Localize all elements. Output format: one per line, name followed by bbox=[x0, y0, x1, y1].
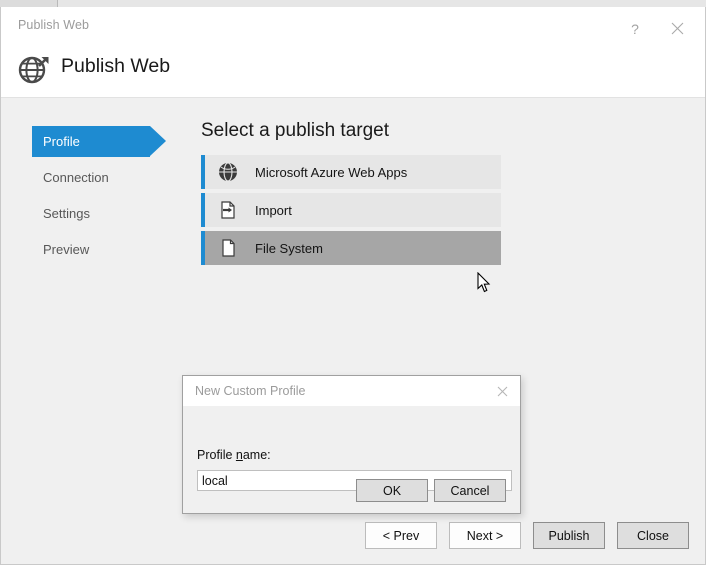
modal-title-bar: New Custom Profile bbox=[183, 376, 520, 406]
publish-web-dialog: Publish Web ? Publish Web Profile Connec… bbox=[0, 7, 706, 565]
title-bar: Publish Web ? bbox=[1, 7, 705, 44]
close-icon bbox=[671, 22, 683, 35]
sidebar-item-label: Settings bbox=[43, 206, 90, 221]
sidebar-item-label: Connection bbox=[43, 170, 109, 185]
help-icon-label: ? bbox=[631, 20, 639, 37]
modal-close-button[interactable] bbox=[491, 380, 513, 402]
main-heading: Select a publish target bbox=[201, 120, 390, 141]
profile-name-label-accel: n bbox=[235, 448, 243, 462]
main-panel: Select a publish target Microsoft Azure … bbox=[201, 120, 501, 269]
footer-button-bar: < Prev Next > Publish Close bbox=[365, 522, 689, 549]
sidebar-item-connection[interactable]: Connection bbox=[32, 162, 168, 193]
sidebar-item-preview[interactable]: Preview bbox=[32, 234, 168, 265]
sidebar-item-settings[interactable]: Settings bbox=[32, 198, 168, 229]
ok-button[interactable]: OK bbox=[356, 479, 428, 502]
dialog-header: Publish Web bbox=[1, 44, 705, 98]
window-close-button[interactable] bbox=[660, 13, 694, 44]
profile-name-label-prefix: Profile bbox=[197, 448, 236, 462]
sidebar-item-label: Preview bbox=[43, 242, 90, 257]
publish-target-label: File System bbox=[255, 240, 323, 256]
sidebar-item-label: Profile bbox=[43, 134, 80, 149]
cancel-button[interactable]: Cancel bbox=[434, 479, 506, 502]
modal-button-bar: OK Cancel bbox=[356, 479, 506, 502]
publish-target-label: Import bbox=[255, 202, 292, 218]
profile-name-label-suffix: ame: bbox=[242, 448, 271, 462]
new-custom-profile-dialog: New Custom Profile Profile name: OK Canc… bbox=[182, 375, 521, 514]
profile-name-label: Profile name: bbox=[197, 448, 271, 462]
sidebar-item-profile[interactable]: Profile bbox=[32, 126, 166, 157]
publish-target-label: Microsoft Azure Web Apps bbox=[255, 164, 408, 180]
publish-target-import[interactable]: Import bbox=[201, 193, 501, 227]
azure-globe-icon bbox=[216, 160, 240, 184]
globe-publish-icon bbox=[18, 56, 49, 84]
publish-button[interactable]: Publish bbox=[533, 522, 605, 549]
file-page-icon bbox=[216, 236, 240, 260]
page-title: Publish Web bbox=[61, 55, 171, 77]
publish-target-file-system[interactable]: File System bbox=[201, 231, 501, 265]
next-button[interactable]: Next > bbox=[449, 522, 521, 549]
import-file-icon bbox=[216, 198, 240, 222]
publish-target-azure-web-apps[interactable]: Microsoft Azure Web Apps bbox=[201, 155, 501, 189]
modal-title: New Custom Profile bbox=[195, 384, 306, 398]
close-button[interactable]: Close bbox=[617, 522, 689, 549]
modal-body: Profile name: OK Cancel bbox=[183, 406, 520, 514]
dialog-body: Profile Connection Settings Preview Sele… bbox=[1, 98, 705, 564]
window-title: Publish Web bbox=[18, 18, 90, 32]
step-sidebar: Profile Connection Settings Preview bbox=[32, 126, 168, 270]
help-button[interactable]: ? bbox=[618, 13, 652, 44]
prev-button[interactable]: < Prev bbox=[365, 522, 437, 549]
close-icon bbox=[497, 386, 507, 396]
